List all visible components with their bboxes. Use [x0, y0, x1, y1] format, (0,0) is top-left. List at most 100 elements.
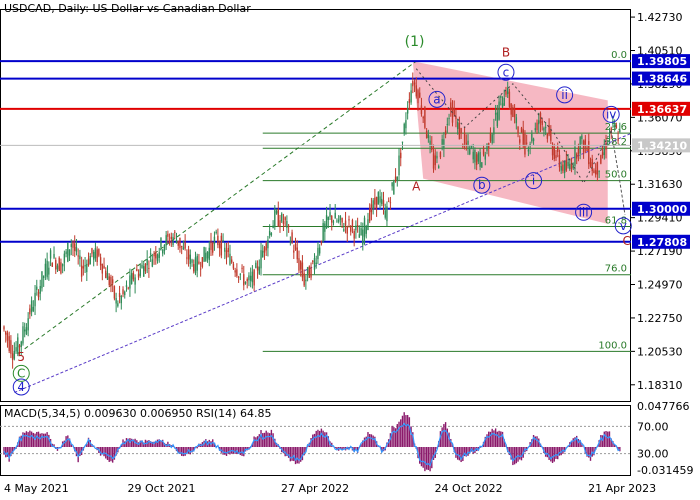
candle-body: [187, 249, 190, 260]
candle-body: [170, 236, 173, 240]
candle-body: [389, 202, 392, 204]
candle-body: [279, 220, 281, 228]
price-level-tag-label: 1.38646: [637, 73, 687, 86]
candle-body: [548, 125, 550, 135]
candle-body: [163, 244, 166, 251]
candle-body: [313, 258, 316, 270]
candle-body: [318, 247, 321, 254]
wave-label: (1): [405, 34, 425, 50]
candle-body: [375, 196, 378, 209]
wave-label: 4: [17, 380, 25, 394]
fib-level-label: 50.0: [605, 170, 627, 181]
candle-body: [246, 279, 248, 282]
candle-body: [337, 219, 340, 222]
candle-body: [68, 249, 71, 256]
candle-body: [346, 226, 348, 234]
candle-body: [249, 275, 252, 281]
candle-body: [129, 275, 131, 289]
candle-body: [94, 248, 97, 259]
candle-body: [144, 263, 147, 272]
candle-body: [162, 250, 164, 254]
candle-body: [77, 255, 79, 257]
candle-body: [369, 209, 371, 222]
candle-body: [193, 264, 195, 272]
candle-body: [308, 266, 311, 278]
wave-trend-line: [24, 60, 417, 350]
macd-histogram: [3, 412, 621, 472]
candle-body: [460, 128, 462, 134]
candle-body: [519, 139, 521, 143]
candle-body: [391, 182, 393, 187]
candle-body: [117, 303, 119, 307]
candle-body: [358, 234, 361, 238]
candle-body: [515, 117, 518, 124]
candle-body: [32, 306, 35, 311]
candle-body: [546, 133, 549, 139]
wave-label: iii: [579, 205, 589, 219]
candle-body: [525, 142, 528, 144]
candle-body: [220, 235, 223, 256]
candle-body: [248, 275, 250, 281]
candle-body: [617, 138, 619, 141]
candle-body: [110, 276, 112, 287]
candle-body: [543, 127, 545, 131]
price-axis-label: 1.20530: [637, 345, 683, 358]
candle-body: [44, 263, 47, 276]
candle-body: [201, 257, 204, 267]
candle-body: [151, 259, 154, 267]
candle-body: [186, 257, 188, 259]
candle-body: [86, 263, 88, 273]
candle-body: [143, 266, 145, 277]
candle-body: [244, 281, 247, 284]
candle-body: [156, 254, 159, 261]
candle-body: [484, 154, 486, 160]
candle-body: [520, 127, 523, 133]
candle-body: [30, 300, 33, 313]
candle-body: [441, 139, 443, 146]
candle-body: [5, 331, 7, 335]
candle-body: [256, 266, 259, 271]
candle-body: [293, 250, 295, 253]
candle-body: [439, 152, 442, 158]
wave-label: 5: [17, 350, 25, 364]
candle-body: [80, 265, 83, 277]
indicator-axis-label: -0.031459: [637, 464, 693, 477]
candle-body: [541, 120, 543, 125]
candle-body: [406, 108, 409, 114]
candle-body: [551, 144, 554, 156]
candle-body: [196, 255, 198, 271]
candle-body: [377, 192, 380, 205]
candle-body: [332, 221, 335, 223]
candle-body: [224, 247, 226, 252]
candle-body: [531, 133, 533, 142]
candle-body: [27, 318, 29, 331]
candle-body: [206, 251, 209, 259]
candle-body: [507, 88, 509, 94]
candle-body: [105, 270, 107, 279]
candle-body: [415, 85, 417, 97]
candle-body: [412, 80, 414, 87]
candle-body: [410, 90, 412, 103]
candle-body: [175, 239, 178, 244]
candle-body: [229, 253, 231, 265]
candle-body: [213, 236, 216, 244]
candle-body: [300, 261, 302, 270]
candle-body: [481, 162, 483, 168]
candle-body: [72, 241, 74, 248]
date-axis-label: 21 Apr 2023: [588, 482, 656, 495]
candle-body: [372, 200, 374, 210]
candle-body: [398, 155, 400, 176]
candle-body: [329, 212, 331, 217]
fib-level-label: 100.0: [598, 340, 627, 351]
candle-body: [384, 210, 386, 218]
wave-label: v: [620, 219, 627, 233]
candle-body: [111, 279, 114, 284]
candle-body: [600, 155, 602, 164]
candle-body: [275, 210, 278, 214]
candle-body: [427, 134, 430, 139]
candle-body: [227, 247, 229, 252]
candle-body: [93, 251, 95, 260]
candle-body: [286, 221, 288, 228]
wave-label: b: [478, 178, 486, 192]
wave-label: iv: [606, 107, 616, 121]
